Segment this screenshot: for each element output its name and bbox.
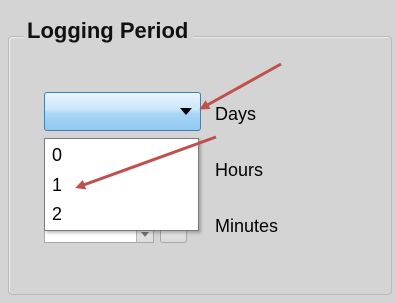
- hours-label: Hours: [215, 160, 264, 180]
- list-option-2[interactable]: 2: [52, 203, 62, 225]
- minutes-label: Minutes: [215, 216, 279, 236]
- group-title: Logging Period: [24, 18, 194, 44]
- logging-period-panel: Logging Period Days Hours Minutes 0 1 2: [0, 0, 396, 303]
- spinner-down-icon: [141, 232, 149, 237]
- list-option-0[interactable]: 0: [52, 144, 62, 166]
- days-label: Days: [215, 104, 257, 124]
- days-dropdown[interactable]: [44, 92, 201, 131]
- chevron-down-icon[interactable]: [180, 108, 192, 115]
- list-option-1[interactable]: 1: [52, 174, 62, 196]
- dropdown-options-list[interactable]: 0 1 2: [44, 138, 199, 231]
